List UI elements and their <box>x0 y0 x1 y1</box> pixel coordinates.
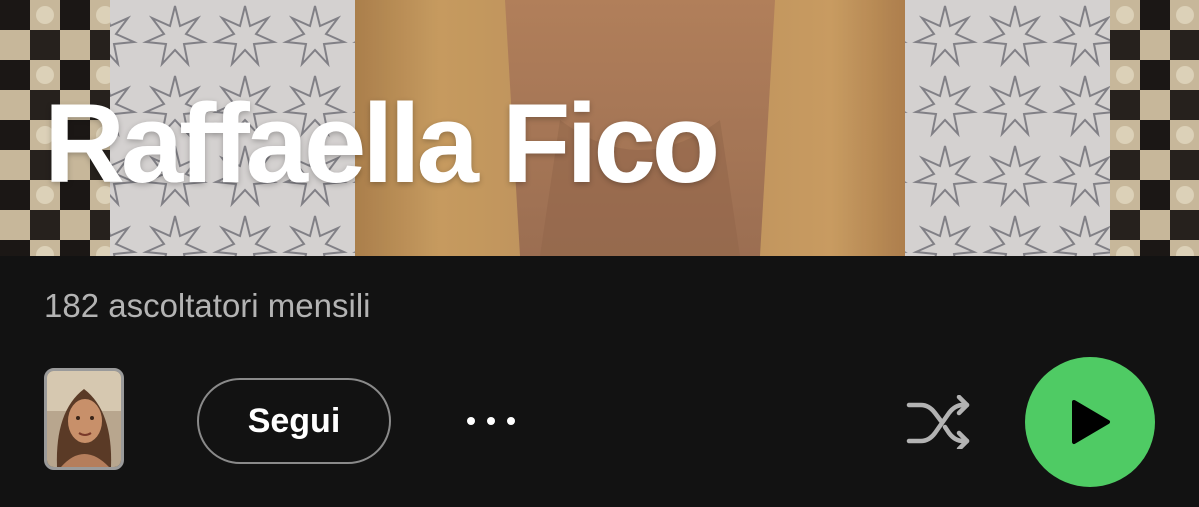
play-icon <box>1072 400 1110 444</box>
more-options-button[interactable] <box>458 398 524 444</box>
artist-hero-banner: Raffaella Fico <box>0 0 1199 256</box>
artist-photo-image <box>47 371 121 467</box>
shuffle-icon <box>906 395 970 449</box>
artist-thumbnail[interactable] <box>44 368 124 470</box>
shuffle-button[interactable] <box>902 392 974 452</box>
artist-name: Raffaella Fico <box>44 81 720 206</box>
monthly-listeners: 182 ascoltatori mensili <box>44 287 371 324</box>
play-button[interactable] <box>1025 357 1155 487</box>
more-dots-icon <box>467 417 515 425</box>
artist-page: Raffaella Fico 182 ascoltatori mensili S… <box>0 0 1199 507</box>
follow-button[interactable]: Segui <box>197 378 391 464</box>
